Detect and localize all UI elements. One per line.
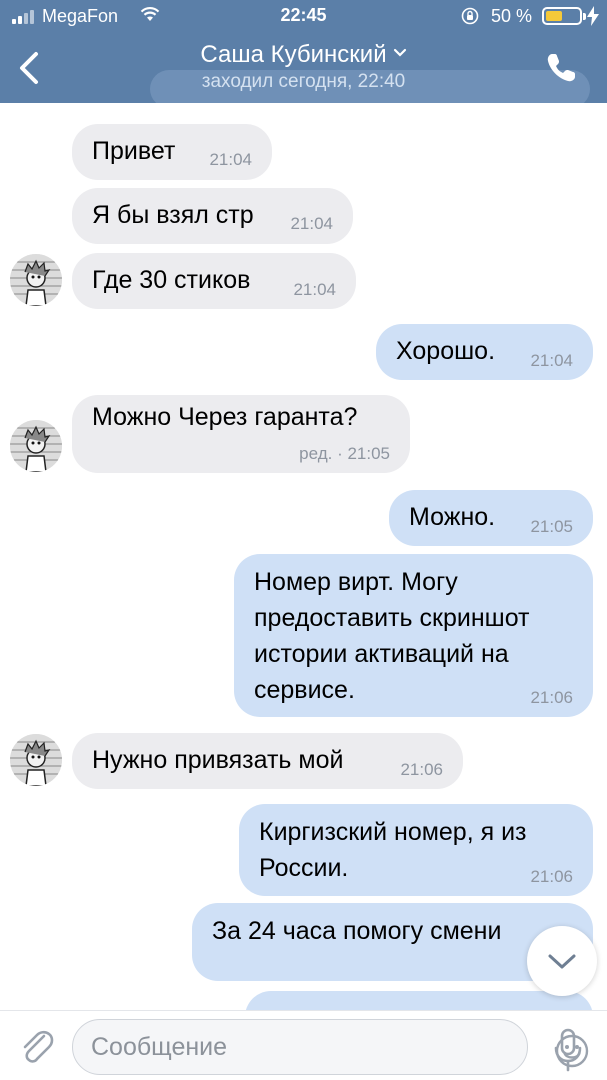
message-text: За 24 часа помогу смени — [212, 917, 502, 945]
composer-bar — [0, 1010, 607, 1080]
chevron-down-icon — [548, 954, 576, 969]
message-bubble[interactable]: Где 30 стиков 21:04 — [72, 253, 356, 309]
microphone-icon[interactable] — [552, 1028, 584, 1074]
message-bubble[interactable]: Нужно привязать мой 21:06 — [72, 733, 463, 789]
chat-header: MegaFon 22:45 50 % Саша Кубинский заходи… — [0, 0, 607, 103]
message-text: Привет — [92, 137, 176, 165]
message-time: 21:04 — [290, 214, 333, 233]
message-time: 21:06 — [400, 760, 443, 779]
avatar[interactable] — [10, 734, 62, 786]
chevron-down-icon — [393, 48, 406, 57]
message-text: Я бы взял стр — [92, 201, 254, 229]
last-seen: заходил сегодня, 22:40 — [201, 71, 406, 92]
phone-icon[interactable] — [543, 50, 579, 86]
battery-percent: 50 % — [491, 6, 533, 26]
message-line: сервисе. — [254, 676, 355, 704]
message-thread[interactable]: Привет 21:04 Я бы взял стр 21:04 Где 30 … — [0, 103, 607, 1010]
message-bubble[interactable]: Хорошо. 21:04 — [376, 324, 593, 380]
message-time: ред. · 21:05 — [299, 444, 390, 463]
message-time: 21:04 — [293, 280, 336, 299]
message-bubble[interactable]: Привет 21:04 — [72, 124, 272, 180]
charging-bolt-icon — [587, 6, 599, 26]
message-bubble[interactable]: Я бы взял стр 21:04 — [72, 188, 353, 244]
message-time: 21:04 — [530, 351, 573, 370]
scroll-down-button[interactable] — [527, 926, 597, 996]
contact-name: Саша Кубинский — [200, 41, 387, 68]
avatar[interactable] — [10, 420, 62, 472]
message-input[interactable] — [91, 1020, 471, 1074]
message-text: Киргизский номер, я из России. — [259, 814, 527, 886]
status-bar: MegaFon 22:45 50 % — [0, 0, 607, 34]
message-bubble[interactable]: Можно Через гаранта? ред. · 21:05 — [72, 395, 410, 473]
message-bubble[interactable]: Киргизский номер, я из России. 21:06 — [239, 804, 593, 896]
avatar-image — [10, 734, 62, 786]
message-text: Хорошо. — [396, 337, 496, 365]
message-field[interactable] — [72, 1019, 589, 1075]
contact-title[interactable]: Саша Кубинский заходил сегодня, 22:40 — [100, 40, 507, 94]
avatar[interactable] — [10, 254, 62, 306]
message-time: 21:04 — [209, 150, 252, 169]
message-text: Можно. — [409, 503, 496, 531]
message-line: России. — [259, 854, 349, 882]
avatar-image — [10, 254, 62, 306]
message-line: истории активаций на — [254, 640, 509, 668]
message-time: 21:06 — [530, 688, 573, 707]
battery-icon — [542, 7, 586, 25]
message-text: Можно Через гаранта? — [92, 403, 358, 431]
message-text: Где 30 стиков — [92, 266, 251, 294]
rotation-lock-icon — [461, 7, 479, 25]
message-time: 21:05 — [530, 517, 573, 536]
avatar-image — [10, 420, 62, 472]
back-chevron-icon[interactable] — [14, 48, 46, 88]
message-line: Киргизский номер, я из — [259, 818, 527, 846]
message-text: Нужно привязать мой — [92, 746, 344, 774]
contact-name-row[interactable]: Саша Кубинский — [100, 40, 507, 70]
message-bubble[interactable]: Номер вирт. Могу предоставить скриншот и… — [234, 554, 593, 717]
message-line: предоставить скриншот — [254, 604, 530, 632]
message-bubble[interactable]: Можно. 21:05 — [389, 490, 593, 546]
message-line: Номер вирт. Могу — [254, 568, 458, 596]
message-text: Номер вирт. Могу предоставить скриншот и… — [254, 564, 530, 708]
message-time: 21:06 — [530, 867, 573, 886]
paperclip-icon[interactable] — [16, 1024, 56, 1068]
